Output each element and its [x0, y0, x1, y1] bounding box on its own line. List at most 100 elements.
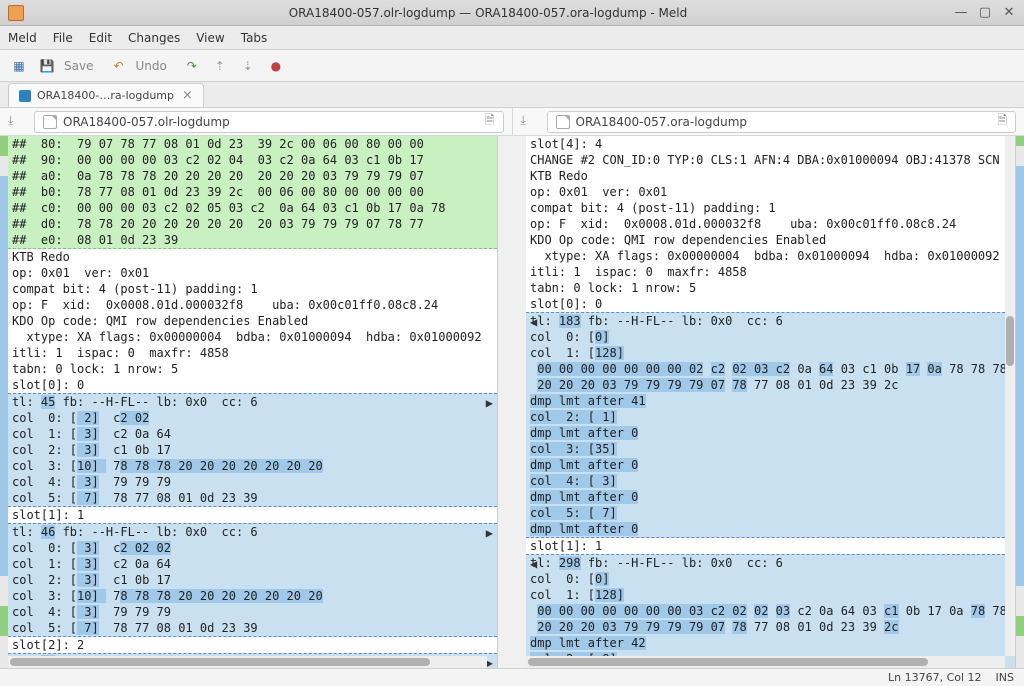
diff-line[interactable]: col 0: [0] — [526, 329, 1015, 345]
diff-line[interactable]: col 3: [10] 78 78 78 20 20 20 20 20 20 2… — [8, 458, 497, 474]
diff-line[interactable]: slot[0]: 0 — [8, 377, 497, 393]
diff-line[interactable]: tl: 183 fb: --H-FL-- lb: 0x0 cc: 6◀ — [526, 312, 1015, 329]
horizontal-scrollbar[interactable] — [526, 656, 1005, 668]
menu-view[interactable]: View — [196, 31, 224, 45]
diff-line[interactable]: KTB Redo — [8, 249, 497, 265]
stop-button[interactable]: ● — [265, 55, 287, 77]
diff-line[interactable]: dmp lmt after 41 — [526, 393, 1015, 409]
push-up-button[interactable]: ⇡ — [209, 55, 231, 77]
push-right-icon[interactable]: ▶ — [486, 525, 493, 541]
right-file-entry[interactable]: ORA18400-057.ora-logdump 🗎 — [547, 111, 1017, 133]
diff-line[interactable]: col 0: [ 3] c2 02 02 — [8, 540, 497, 556]
right-change-map[interactable] — [1016, 136, 1024, 668]
save-right-icon[interactable]: ⤓ — [521, 113, 539, 131]
push-right-icon[interactable]: ▶ — [486, 395, 493, 411]
diff-line[interactable]: tl: 45 fb: --H-FL-- lb: 0x0 cc: 6▶ — [8, 393, 497, 410]
maximize-button[interactable]: ▢ — [978, 6, 992, 20]
push-down-button[interactable]: ⇣ — [237, 55, 259, 77]
diff-line[interactable]: dmp lmt after 0 — [526, 521, 1015, 538]
diff-line[interactable]: slot[4]: 4 — [526, 136, 1015, 152]
horizontal-scrollbar[interactable] — [8, 656, 487, 668]
diff-line[interactable]: ## e0: 08 01 0d 23 39 — [8, 232, 497, 249]
diff-line[interactable]: xtype: XA flags: 0x00000004 bdba: 0x0100… — [8, 329, 497, 345]
diff-line[interactable]: op: 0x01 ver: 0x01 — [8, 265, 497, 281]
diff-line[interactable]: col 5: [ 7] 78 77 08 01 0d 23 39 — [8, 620, 497, 637]
push-left-icon[interactable]: ◀ — [530, 556, 537, 572]
diff-line[interactable]: col 4: [ 3] 79 79 79 — [8, 474, 497, 490]
push-left-icon[interactable]: ◀ — [530, 314, 537, 330]
diff-line[interactable]: slot[1]: 1 — [526, 538, 1015, 554]
vertical-scrollbar[interactable] — [1005, 136, 1015, 656]
diff-line[interactable]: ## 90: 00 00 00 00 03 c2 02 04 03 c2 0a … — [8, 152, 497, 168]
minimize-button[interactable]: — — [954, 6, 968, 20]
diff-line[interactable]: tabn: 0 lock: 1 nrow: 5 — [526, 280, 1015, 296]
diff-line[interactable]: col 1: [128] — [526, 345, 1015, 361]
menu-file[interactable]: File — [53, 31, 73, 45]
diff-line[interactable]: dmp lmt after 0 — [526, 489, 1015, 505]
diff-line[interactable]: op: 0x01 ver: 0x01 — [526, 184, 1015, 200]
diff-line[interactable]: col 4: [ 3] 79 79 79 — [8, 604, 497, 620]
diff-line[interactable]: 00 00 00 00 00 00 00 03 c2 02 02 03 c2 0… — [526, 603, 1015, 619]
menu-changes[interactable]: Changes — [128, 31, 180, 45]
diff-line[interactable]: dmp lmt after 0 — [526, 425, 1015, 441]
diff-line[interactable]: col 3: [35] — [526, 441, 1015, 457]
diff-line[interactable]: xtype: XA flags: 0x00000004 bdba: 0x0100… — [526, 248, 1015, 264]
diff-line[interactable]: compat bit: 4 (post-11) padding: 1 — [526, 200, 1015, 216]
diff-line[interactable]: ## a0: 0a 78 78 78 20 20 20 20 20 20 20 … — [8, 168, 497, 184]
undo-label: Undo — [135, 59, 166, 73]
diff-line[interactable]: col 4: [ 3] — [526, 473, 1015, 489]
diff-line[interactable]: 20 20 20 03 79 79 79 79 07 78 77 08 01 0… — [526, 377, 1015, 393]
menu-tabs[interactable]: Tabs — [241, 31, 268, 45]
left-open-external-icon[interactable]: 🗎 — [485, 111, 495, 132]
save-left-icon[interactable]: ⤓ — [8, 113, 26, 131]
diff-line[interactable]: CHANGE #2 CON_ID:0 TYP:0 CLS:1 AFN:4 DBA… — [526, 152, 1015, 168]
diff-line[interactable]: compat bit: 4 (post-11) padding: 1 — [8, 281, 497, 297]
close-button[interactable]: ✕ — [1002, 6, 1016, 20]
diff-line[interactable]: tabn: 0 lock: 1 nrow: 5 — [8, 361, 497, 377]
diff-line[interactable]: col 0: [0] — [526, 571, 1015, 587]
diff-line[interactable]: ## c0: 00 00 00 03 c2 02 05 03 c2 0a 64 … — [8, 200, 497, 216]
diff-line[interactable]: col 0: [ 2] c2 02 — [8, 410, 497, 426]
diff-line[interactable]: col 2: [ 3] c1 0b 17 — [8, 442, 497, 458]
diff-line[interactable]: col 5: [ 7] 78 77 08 01 0d 23 39 — [8, 490, 497, 507]
diff-line[interactable]: col 1: [ 3] c2 0a 64 — [8, 556, 497, 572]
redo-button[interactable]: ↷ — [181, 55, 203, 77]
diff-line[interactable]: KDO Op code: QMI row dependencies Enable… — [526, 232, 1015, 248]
right-open-external-icon[interactable]: 🗎 — [997, 111, 1007, 132]
left-change-map[interactable] — [0, 136, 8, 668]
diff-line[interactable]: op: F xid: 0x0008.01d.000032f8 uba: 0x00… — [526, 216, 1015, 232]
diff-line[interactable]: KTB Redo — [526, 168, 1015, 184]
diff-line[interactable]: col 2: [ 3] c1 0b 17 — [8, 572, 497, 588]
diff-line[interactable]: ## 80: 79 07 78 77 08 01 0d 23 39 2c 00 … — [8, 136, 497, 152]
right-pane[interactable]: slot[4]: 4CHANGE #2 CON_ID:0 TYP:0 CLS:1… — [526, 136, 1016, 668]
menu-edit[interactable]: Edit — [89, 31, 112, 45]
diff-line[interactable]: dmp lmt after 42 — [526, 635, 1015, 651]
undo-button[interactable]: ↶ — [107, 55, 129, 77]
diff-line[interactable]: 20 20 20 03 79 79 79 79 07 78 77 08 01 0… — [526, 619, 1015, 635]
diff-line[interactable]: col 2: [ 1] — [526, 409, 1015, 425]
diff-line[interactable]: slot[1]: 1 — [8, 507, 497, 523]
diff-line[interactable]: slot[0]: 0 — [526, 296, 1015, 312]
diff-line[interactable]: itli: 1 ispac: 0 maxfr: 4858 — [526, 264, 1015, 280]
diff-line[interactable]: ## b0: 78 77 08 01 0d 23 39 2c 00 06 00 … — [8, 184, 497, 200]
left-pane[interactable]: ## 80: 79 07 78 77 08 01 0d 23 39 2c 00 … — [8, 136, 498, 668]
diff-line[interactable]: col 5: [ 7] — [526, 505, 1015, 521]
diff-line[interactable]: dmp lmt after 0 — [526, 457, 1015, 473]
save-button[interactable]: 💾 — [36, 55, 58, 77]
tab-close-button[interactable]: × — [182, 88, 193, 103]
diff-line[interactable]: tl: 298 fb: --H-FL-- lb: 0x0 cc: 6◀ — [526, 554, 1015, 571]
diff-line[interactable]: col 1: [ 3] c2 0a 64 — [8, 426, 497, 442]
diff-line[interactable]: col 3: [10] 78 78 78 20 20 20 20 20 20 2… — [8, 588, 497, 604]
compare-button[interactable]: ▦ — [8, 55, 30, 77]
diff-line[interactable]: slot[2]: 2 — [8, 637, 497, 653]
diff-line[interactable]: itli: 1 ispac: 0 maxfr: 4858 — [8, 345, 497, 361]
diff-line[interactable]: tl: 46 fb: --H-FL-- lb: 0x0 cc: 6▶ — [8, 523, 497, 540]
diff-line[interactable]: 00 00 00 00 00 00 00 02 c2 02 03 c2 0a 6… — [526, 361, 1015, 377]
diff-line[interactable]: ## d0: 78 78 20 20 20 20 20 20 20 03 79 … — [8, 216, 497, 232]
left-file-entry[interactable]: ORA18400-057.olr-logdump 🗎 — [34, 111, 504, 133]
diff-line[interactable]: op: F xid: 0x0008.01d.000032f8 uba: 0x00… — [8, 297, 497, 313]
diff-line[interactable]: KDO Op code: QMI row dependencies Enable… — [8, 313, 497, 329]
document-tab[interactable]: ORA18400-…ra-logdump × — [8, 83, 204, 107]
menu-meld[interactable]: Meld — [8, 31, 37, 45]
diff-line[interactable]: col 1: [128] — [526, 587, 1015, 603]
